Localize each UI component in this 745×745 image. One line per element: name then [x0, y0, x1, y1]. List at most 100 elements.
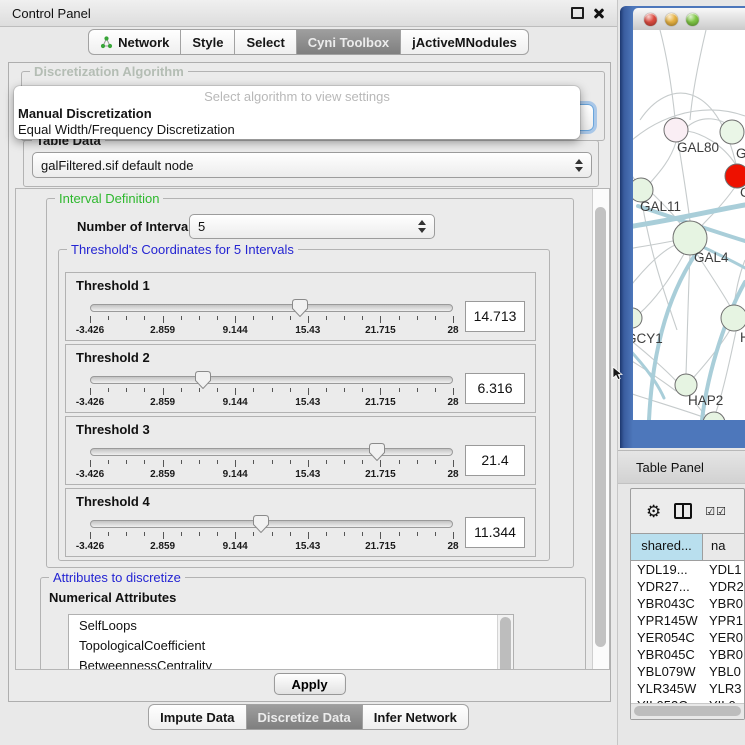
table-row[interactable]: YLR345WYLR3	[631, 680, 744, 697]
table-row[interactable]: YBL079WYBL0	[631, 663, 744, 680]
tab-network[interactable]: Network	[88, 29, 181, 55]
tab-discretize-data[interactable]: Discretize Data	[247, 704, 363, 730]
select-columns-icons[interactable]: ☑☑	[705, 505, 727, 518]
threshold-slider-3[interactable]: -3.4262.8599.14415.4321.71528	[90, 443, 453, 481]
slider-thumb[interactable]	[253, 515, 269, 533]
attribute-item-betweennesscentrality[interactable]: BetweennessCentrality	[79, 656, 497, 669]
tab-label: Cyni Toolbox	[308, 35, 389, 50]
zoom-traffic-light-icon[interactable]	[686, 13, 699, 26]
column-header-name[interactable]: na	[703, 534, 744, 560]
network-node-label: HAP2	[688, 393, 723, 408]
slider-tick	[235, 388, 236, 395]
threshold-value-field-3[interactable]: 21.4	[465, 445, 525, 476]
slider-tick-label: 15.43	[295, 397, 320, 408]
cell-shared-name[interactable]: YBL079W	[631, 663, 703, 680]
tab-style[interactable]: Style	[181, 29, 235, 55]
threshold-value-field-1[interactable]: 14.713	[465, 301, 525, 332]
cell-name[interactable]: YLR3	[703, 680, 744, 697]
cell-name[interactable]: YDL1	[703, 561, 744, 578]
threshold-value-field-2[interactable]: 6.316	[465, 373, 525, 404]
tab-infer-network[interactable]: Infer Network	[363, 704, 469, 730]
columns-icon[interactable]	[674, 503, 692, 519]
slider-tick	[126, 532, 127, 536]
gear-icon[interactable]: ⚙	[646, 503, 661, 520]
cell-shared-name[interactable]: YPR145W	[631, 612, 703, 629]
cell-name[interactable]: YPR1	[703, 612, 744, 629]
table-row[interactable]: YBR045CYBR0	[631, 646, 744, 663]
threshold-slider-4[interactable]: -3.4262.8599.14415.4321.71528	[90, 515, 453, 553]
network-node[interactable]	[664, 118, 688, 142]
algorithm-popup-hint: Select algorithm to view settings	[14, 89, 580, 106]
network-canvas[interactable]: GAL80GACGAL11GAL4GCY1HHAP2	[633, 30, 745, 420]
close-traffic-light-icon[interactable]	[644, 13, 657, 26]
scrollbar-thumb[interactable]	[595, 207, 606, 647]
number-of-intervals-combobox[interactable]: 5	[189, 214, 435, 239]
threshold-slider-1[interactable]: -3.4262.8599.14415.4321.71528	[90, 299, 453, 337]
slider-tick	[380, 532, 381, 539]
table-horizontal-scrollbar[interactable]	[631, 703, 744, 719]
attribute-item-selfloops[interactable]: SelfLoops	[79, 616, 497, 636]
slider-track[interactable]	[90, 520, 453, 528]
minimize-traffic-light-icon[interactable]	[665, 13, 678, 26]
algorithm-option-manual-discretization[interactable]: Manual Discretization	[14, 106, 580, 122]
table-data-combobox[interactable]: galFiltered.sif default node	[32, 152, 592, 178]
cell-shared-name[interactable]: YER054C	[631, 629, 703, 646]
threshold-value-field-4[interactable]: 11.344	[465, 517, 525, 548]
slider-tick	[144, 532, 145, 536]
close-window-icon[interactable]	[593, 7, 605, 19]
settings-vertical-scrollbar[interactable]	[592, 189, 609, 669]
cell-shared-name[interactable]: YBR043C	[631, 595, 703, 612]
column-header-shared-name[interactable]: shared...	[631, 534, 703, 560]
cell-name[interactable]: YBR0	[703, 646, 744, 663]
slider-tick	[290, 388, 291, 392]
slider-tick-label: 2.859	[150, 397, 175, 408]
threshold-panel-1: Threshold 1-3.4262.8599.14415.4321.71528…	[65, 272, 536, 341]
slider-tick	[308, 388, 309, 395]
mouse-cursor	[612, 366, 623, 381]
slider-thumb[interactable]	[369, 443, 385, 461]
slider-tick-label: -3.426	[76, 541, 104, 552]
slider-track[interactable]	[90, 304, 453, 312]
threshold-slider-2[interactable]: -3.4262.8599.14415.4321.71528	[90, 371, 453, 409]
slider-thumb[interactable]	[292, 299, 308, 317]
table-row[interactable]: YER054CYER0	[631, 629, 744, 646]
cell-name[interactable]: YER0	[703, 629, 744, 646]
scrollbar-thumb[interactable]	[634, 706, 741, 716]
cell-shared-name[interactable]: YDR27...	[631, 578, 703, 595]
cell-name[interactable]: YBR0	[703, 595, 744, 612]
slider-tick	[108, 388, 109, 392]
table-row[interactable]: YDR27...YDR2	[631, 578, 744, 595]
tab-select[interactable]: Select	[235, 29, 296, 55]
slider-tick	[90, 460, 91, 467]
attribute-item-topologicalcoefficient[interactable]: TopologicalCoefficient	[79, 636, 497, 656]
algorithm-option-equal-width-frequency-discretization[interactable]: Equal Width/Frequency Discretization	[14, 122, 580, 138]
network-node[interactable]	[721, 305, 745, 331]
tab-cyni-toolbox[interactable]: Cyni Toolbox	[297, 29, 401, 55]
slider-track[interactable]	[90, 448, 453, 456]
slider-track[interactable]	[90, 376, 453, 384]
attributes-list-scrollbar[interactable]	[497, 615, 513, 669]
table-row[interactable]: YDL19...YDL1	[631, 561, 744, 578]
network-node[interactable]	[703, 412, 725, 420]
cell-shared-name[interactable]: YBR045C	[631, 646, 703, 663]
tab-impute-data[interactable]: Impute Data	[148, 704, 246, 730]
network-node[interactable]	[720, 120, 744, 144]
apply-button[interactable]: Apply	[273, 673, 345, 695]
cell-name[interactable]: YBL0	[703, 663, 744, 680]
cell-shared-name[interactable]: YLR345W	[631, 680, 703, 697]
cell-shared-name[interactable]: YDL19...	[631, 561, 703, 578]
cell-name[interactable]: YDR2	[703, 578, 744, 595]
table-panel: ⚙ ☑☑ shared... na YDL19...YDL1YDR27...YD…	[630, 488, 745, 720]
table-row[interactable]: YBR043CYBR0	[631, 595, 744, 612]
slider-thumb[interactable]	[195, 371, 211, 389]
network-edge	[650, 142, 676, 183]
float-window-icon[interactable]	[571, 7, 584, 19]
slider-tick	[163, 460, 164, 467]
slider-tick	[435, 388, 436, 392]
slider-tick-label: 21.715	[365, 541, 396, 552]
network-node[interactable]	[633, 308, 642, 328]
threshold-panel-3: Threshold 3-3.4262.8599.14415.4321.71528…	[65, 416, 536, 485]
tab-jactivemnodules[interactable]: jActiveMNodules	[401, 29, 529, 55]
table-row[interactable]: YPR145WYPR1	[631, 612, 744, 629]
slider-tick	[362, 460, 363, 464]
